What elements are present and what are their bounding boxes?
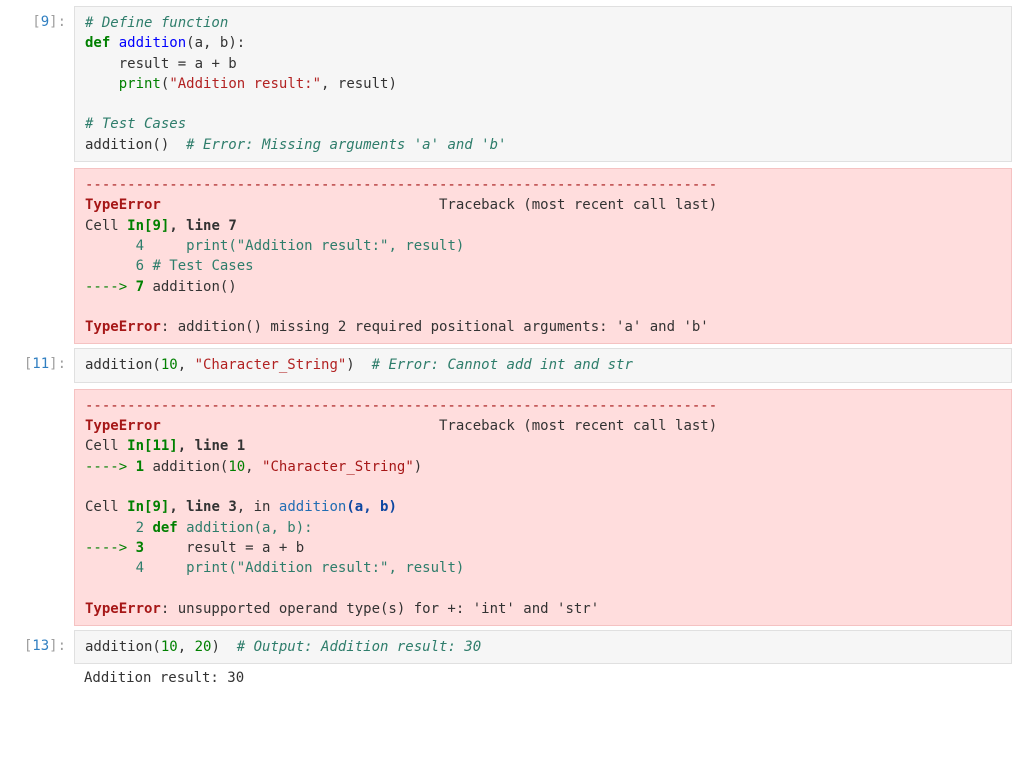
code-funcname: addition <box>119 35 186 51</box>
code-comment: # Output: Addition result: 30 <box>237 639 481 655</box>
tb-in-ref: In[9] <box>127 218 169 234</box>
code-number: 10 <box>161 357 178 373</box>
stdout-text: Addition result: 30 <box>84 670 244 686</box>
code-text: ) <box>346 357 371 373</box>
code-call: addition() <box>85 137 186 153</box>
tb-src: "Character_String" <box>262 459 414 475</box>
tb-label: Traceback (most recent call last) <box>161 418 717 434</box>
code-input-9[interactable]: # Define function def addition(a, b): re… <box>74 6 1012 162</box>
tb-exc-name: TypeError <box>85 319 161 335</box>
tb-hr: ----------------------------------------… <box>85 177 717 193</box>
tb-exception: TypeError <box>85 418 161 434</box>
code-string: "Addition result:" <box>169 76 321 92</box>
tb-src: "Addition result:" <box>237 238 389 254</box>
cell-13-content: addition(10, 20) # Output: Addition resu… <box>74 630 1012 695</box>
traceback-9: ----------------------------------------… <box>74 168 1012 344</box>
tb-in-ref: In[9] <box>127 499 169 515</box>
tb-arrow: ----> <box>85 540 136 556</box>
prompt-bracket-close: ]: <box>49 14 66 30</box>
cell-9-content: # Define function def addition(a, b): re… <box>74 6 1012 344</box>
tb-sig: (a, b) <box>346 499 397 515</box>
code-comment: # Error: Missing arguments 'a' and 'b' <box>186 137 506 153</box>
code-text <box>85 76 119 92</box>
prompt-number: 11 <box>32 356 49 372</box>
tb-arrow: ----> <box>85 279 136 295</box>
prompt-bracket-close: ]: <box>49 356 66 372</box>
tb-src: ) <box>414 459 422 475</box>
tb-src: ( <box>228 560 236 576</box>
tb-src: , result) <box>388 560 464 576</box>
traceback-11: ----------------------------------------… <box>74 389 1012 626</box>
prompt-number: 9 <box>41 14 49 30</box>
code-string: "Character_String" <box>195 357 347 373</box>
code-number: 20 <box>195 639 212 655</box>
tb-lineno: 7 <box>136 279 144 295</box>
tb-lineno: 4 <box>85 238 144 254</box>
code-comment: # Error: Cannot add int and str <box>372 357 633 373</box>
tb-src: def <box>144 520 178 536</box>
tb-src: ( <box>228 238 236 254</box>
tb-arrow: ----> <box>85 459 136 475</box>
tb-src: result = a + b <box>144 540 304 556</box>
code-text: , <box>178 357 195 373</box>
tb-lineno: 4 <box>85 560 144 576</box>
prompt-9: [9]: <box>12 6 74 344</box>
tb-label: Traceback (most recent call last) <box>161 197 717 213</box>
code-comment: # Test Cases <box>85 116 186 132</box>
tb-src: addition(a, b): <box>178 520 313 536</box>
tb-func: addition <box>279 499 346 515</box>
tb-src: print <box>144 238 228 254</box>
code-number: 10 <box>161 639 178 655</box>
tb-lineno: 3 <box>136 540 144 556</box>
prompt-13: [13]: <box>12 630 74 695</box>
code-input-11[interactable]: addition(10, "Character_String") # Error… <box>74 348 1012 382</box>
code-op: = <box>178 56 186 72</box>
cell-11-content: addition(10, "Character_String") # Error… <box>74 348 1012 626</box>
tb-src: , result) <box>388 238 464 254</box>
prompt-number: 13 <box>32 638 49 654</box>
tb-cell-label: Cell <box>85 438 127 454</box>
tb-lineno: 2 <box>85 520 144 536</box>
prompt-bracket-close: ]: <box>49 638 66 654</box>
tb-src: addition() <box>144 279 237 295</box>
tb-cell-label: Cell <box>85 218 127 234</box>
prompt-bracket-open: [ <box>32 14 40 30</box>
code-builtin: print <box>119 76 161 92</box>
tb-line-ref: , line 3 <box>169 499 236 515</box>
tb-cell-label: Cell <box>85 499 127 515</box>
tb-text: , in <box>237 499 279 515</box>
code-text: , result) <box>321 76 397 92</box>
cell-11: [11]: addition(10, "Character_String") #… <box>12 348 1012 626</box>
tb-src: "Addition result:" <box>237 560 389 576</box>
tb-lineno: 6 <box>85 258 144 274</box>
tb-src: addition( <box>144 459 228 475</box>
tb-src: print <box>144 560 228 576</box>
tb-exc-name: TypeError <box>85 601 161 617</box>
code-call: addition( <box>85 357 161 373</box>
tb-line-ref: , line 1 <box>178 438 245 454</box>
code-text: , <box>178 639 195 655</box>
cell-13: [13]: addition(10, 20) # Output: Additio… <box>12 630 1012 695</box>
tb-exc-msg: : addition() missing 2 required position… <box>161 319 709 335</box>
tb-exc-msg: : unsupported operand type(s) for +: 'in… <box>161 601 599 617</box>
code-text: result <box>85 56 178 72</box>
code-text: a + b <box>186 56 237 72</box>
tb-hr: ----------------------------------------… <box>85 398 717 414</box>
tb-exception: TypeError <box>85 197 161 213</box>
code-signature: (a, b): <box>186 35 245 51</box>
tb-in-ref: In[11] <box>127 438 178 454</box>
code-call: addition( <box>85 639 161 655</box>
tb-src: # Test Cases <box>144 258 254 274</box>
cell-9: [9]: # Define function def addition(a, b… <box>12 6 1012 344</box>
prompt-11: [11]: <box>12 348 74 626</box>
code-text: ) <box>211 639 236 655</box>
code-input-13[interactable]: addition(10, 20) # Output: Addition resu… <box>74 630 1012 664</box>
code-keyword-def: def <box>85 35 110 51</box>
stdout-13: Addition result: 30 <box>74 664 1012 694</box>
tb-src: 10 <box>228 459 245 475</box>
tb-lineno: 1 <box>136 459 144 475</box>
code-comment: # Define function <box>85 15 228 31</box>
tb-src: , <box>245 459 262 475</box>
tb-line-ref: , line 7 <box>169 218 236 234</box>
